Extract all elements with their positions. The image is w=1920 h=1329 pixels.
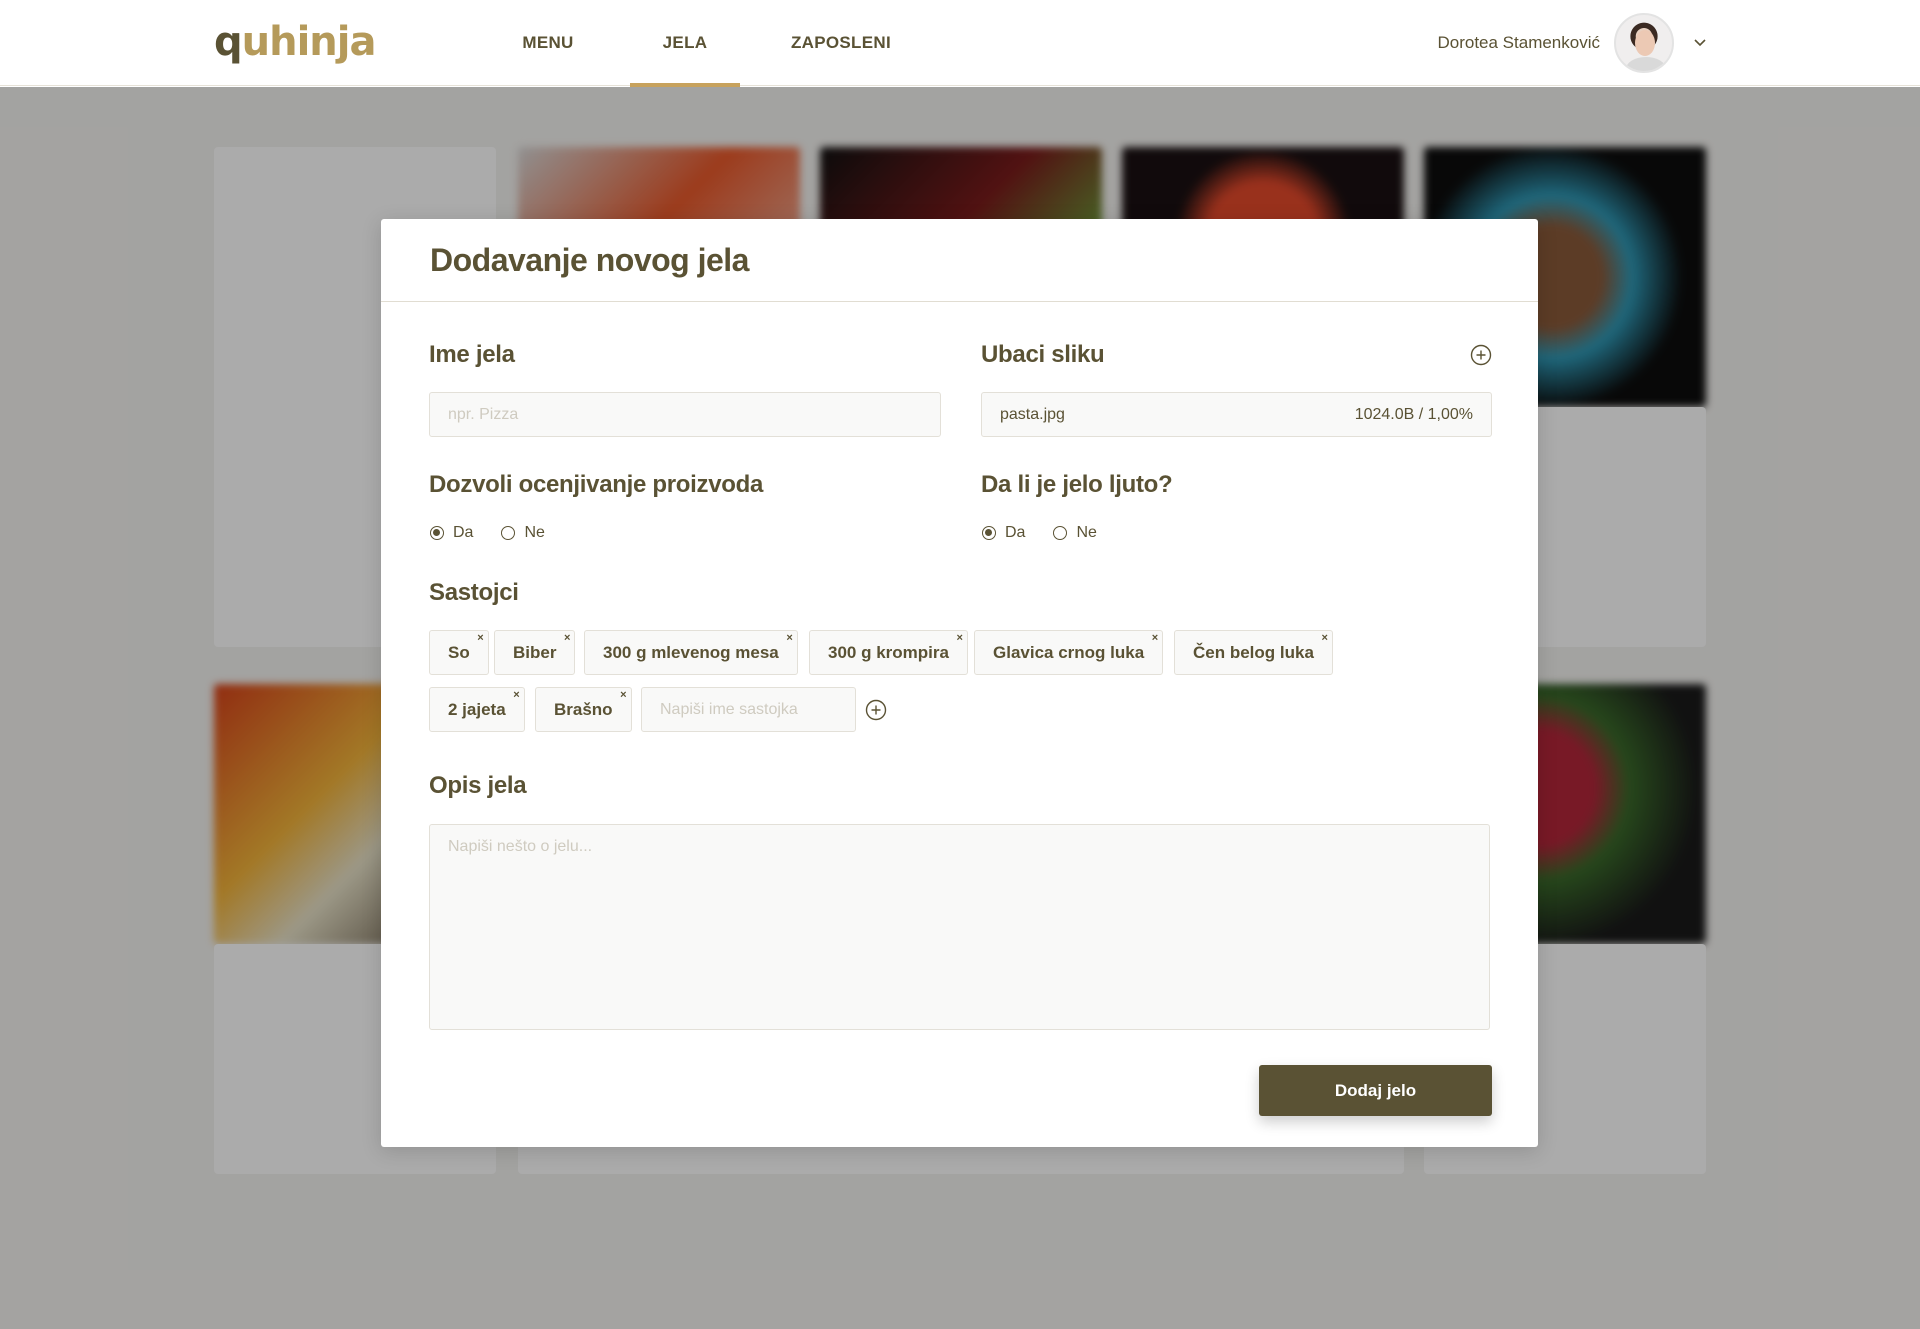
- remove-tag-icon[interactable]: ×: [1152, 632, 1158, 644]
- user-avatar[interactable]: [1614, 13, 1674, 73]
- spicy-radio-da[interactable]: Da: [982, 524, 1025, 542]
- user-name[interactable]: Dorotea Stamenković: [1437, 33, 1600, 53]
- image-upload-field[interactable]: pasta.jpg 1024.0B / 1,00%: [981, 392, 1492, 437]
- modal-title: Dodavanje novog jela: [430, 241, 749, 278]
- remove-tag-icon[interactable]: ×: [564, 632, 570, 644]
- radio-checked-icon: [430, 526, 444, 540]
- radio-unchecked-icon: [1053, 526, 1068, 540]
- top-nav-bar: quhinja MENU JELA ZAPOSLENI Dorotea Stam…: [0, 0, 1920, 87]
- dish-name-placeholder: npr. Pizza: [448, 405, 519, 423]
- description-textarea[interactable]: Napiši nešto o jelu...: [429, 824, 1490, 1030]
- rating-radio-da[interactable]: Da: [430, 524, 473, 542]
- ingredient-tag: Čen belog luka ×: [1174, 630, 1333, 675]
- remove-tag-icon[interactable]: ×: [513, 689, 519, 701]
- image-upload-progress: 1024.0B / 1,00%: [1354, 405, 1473, 423]
- add-dish-modal: Dodavanje novog jela Ime jela npr. Pizza…: [381, 219, 1538, 1147]
- radio-unchecked-icon: [501, 526, 516, 540]
- dish-name-label: Ime jela: [429, 341, 515, 368]
- radio-checked-icon: [982, 526, 996, 540]
- ingredients-label: Sastojci: [429, 579, 519, 606]
- ingredient-tag: So ×: [429, 630, 489, 675]
- remove-tag-icon[interactable]: ×: [957, 632, 963, 644]
- ingredient-tag: Biber ×: [494, 630, 576, 675]
- ingredient-tag: 300 g krompira ×: [809, 630, 968, 675]
- image-upload-label: Ubaci sliku: [981, 341, 1105, 368]
- nav-item-zaposleni[interactable]: ZAPOSLENI: [776, 0, 906, 86]
- nav-item-menu[interactable]: MENU: [510, 0, 586, 86]
- spicy-radio-ne[interactable]: Ne: [1053, 524, 1097, 542]
- ingredient-input-placeholder: Napiši ime sastojka: [660, 700, 798, 718]
- dish-name-input[interactable]: npr. Pizza: [429, 392, 941, 437]
- spicy-radio-group: Da Ne: [982, 524, 1125, 542]
- chevron-down-icon[interactable]: [1692, 34, 1708, 50]
- add-dish-button[interactable]: Dodaj jelo: [1259, 1065, 1492, 1116]
- remove-tag-icon[interactable]: ×: [1321, 632, 1327, 644]
- rating-radio-ne[interactable]: Ne: [501, 524, 545, 542]
- description-label: Opis jela: [429, 772, 527, 799]
- rating-radio-group: Da Ne: [430, 524, 573, 542]
- app-logo[interactable]: quhinja: [214, 22, 376, 62]
- remove-tag-icon[interactable]: ×: [620, 689, 626, 701]
- nav-item-jela[interactable]: JELA: [630, 0, 740, 87]
- ingredient-input[interactable]: Napiši ime sastojka: [641, 687, 856, 732]
- modal-header: Dodavanje novog jela: [381, 219, 1538, 302]
- description-placeholder: Napiši nešto o jelu...: [448, 838, 593, 855]
- ingredient-tag: Brašno ×: [535, 687, 632, 732]
- ingredient-tag: 300 g mlevenog mesa ×: [584, 630, 798, 675]
- remove-tag-icon[interactable]: ×: [786, 632, 792, 644]
- spicy-label: Da li je jelo ljuto?: [981, 471, 1173, 498]
- plus-circle-icon[interactable]: [1470, 344, 1492, 366]
- ingredient-tag: Glavica crnog luka ×: [974, 630, 1164, 675]
- remove-tag-icon[interactable]: ×: [477, 632, 483, 644]
- ingredient-tag: 2 jajeta ×: [429, 687, 525, 732]
- image-filename: pasta.jpg: [1000, 405, 1065, 423]
- plus-circle-icon[interactable]: [865, 699, 887, 721]
- rating-label: Dozvoli ocenjivanje proizvoda: [429, 471, 764, 498]
